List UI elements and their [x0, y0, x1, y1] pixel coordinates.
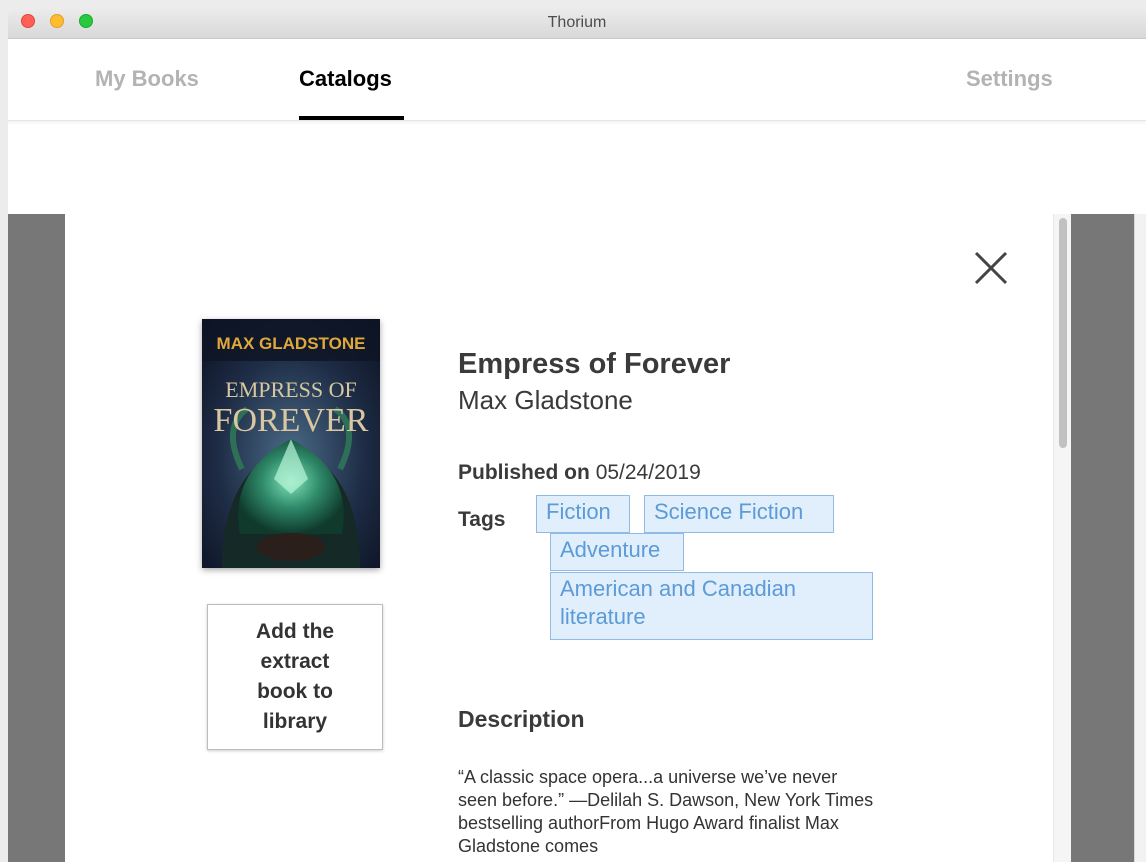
app-window: Thorium My Books Catalogs Settings MAX G… [8, 8, 1146, 862]
description-text: “A classic space opera...a universe we’v… [458, 767, 874, 856]
published-date: 05/24/2019 [595, 461, 701, 484]
tab-my-books[interactable]: My Books [95, 66, 199, 92]
page-scrollbar-track[interactable] [1134, 214, 1146, 862]
active-tab-indicator [299, 116, 404, 120]
dialog-scroll-thumb[interactable] [1059, 218, 1067, 448]
tags-label: Tags [458, 508, 506, 531]
tag-fiction[interactable]: Fiction [536, 495, 630, 533]
close-dialog-button[interactable] [970, 247, 1012, 289]
cover-title-line2: FOREVER [214, 402, 369, 439]
description-heading: Description [458, 706, 585, 732]
add-to-library-button[interactable]: Add the extract book to library [207, 604, 383, 750]
dialog-scrollbar[interactable] [1053, 214, 1071, 862]
book-cover: MAX GLADSTONE EMPRESS OF FOREVER [202, 319, 380, 568]
published-label: Published on [458, 461, 590, 484]
window-title: Thorium [547, 14, 607, 31]
published-info: Published on 05/24/2019 [458, 461, 701, 485]
tab-catalogs[interactable]: Catalogs [299, 66, 392, 92]
tab-settings[interactable]: Settings [966, 66, 1053, 92]
close-icon [974, 251, 1008, 285]
book-author: Max Gladstone [458, 385, 633, 415]
top-navigation: My Books Catalogs Settings [8, 39, 1146, 121]
tag-science-fiction[interactable]: Science Fiction [644, 495, 834, 533]
title-bar: Thorium [8, 8, 1146, 39]
tag-adventure[interactable]: Adventure [550, 533, 684, 571]
tag-american-canadian-literature[interactable]: American and Canadian literature [550, 572, 873, 640]
book-title: Empress of Forever [458, 348, 731, 380]
cover-title-line1: EMPRESS OF [225, 377, 356, 402]
cover-author-text: MAX GLADSTONE [217, 334, 366, 353]
